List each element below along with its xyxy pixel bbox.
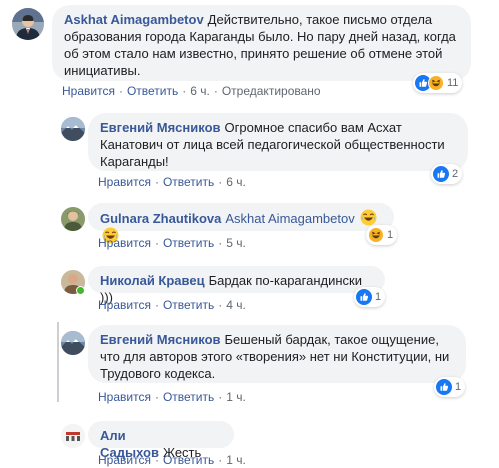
comment-bubble: Али Садыхов Жесть: [88, 421, 234, 460]
edited-label[interactable]: Отредактировано: [222, 84, 321, 98]
timestamp[interactable]: 6 ч.: [226, 175, 246, 189]
like-icon: [433, 166, 449, 182]
reply-link[interactable]: Ответить: [163, 453, 214, 467]
comment-bubble: Николай Кравец Бардак по-карагандински ))…: [88, 266, 385, 305]
timestamp[interactable]: 1 ч.: [226, 453, 246, 467]
comment-actions: Нравится · Ответить · 5 ч.: [98, 236, 246, 250]
laughing-emoji-icon: [360, 209, 377, 226]
comment-bubble: Евгений Мясников Огромное спасибо вам Асх…: [88, 113, 468, 171]
reaction-count: 1: [455, 381, 462, 393]
reply-link[interactable]: Ответить: [163, 236, 214, 250]
avatar[interactable]: [61, 117, 85, 141]
timestamp[interactable]: 4 ч.: [226, 298, 246, 312]
avatar[interactable]: [61, 331, 85, 355]
comment-author[interactable]: Gulnara Zhautikova: [100, 211, 221, 226]
like-icon: [356, 289, 372, 305]
comment-author[interactable]: Евгений Мясников: [100, 332, 221, 347]
like-link[interactable]: Нравится: [62, 84, 115, 98]
reaction-count: 11: [447, 77, 459, 89]
reply-link[interactable]: Ответить: [163, 175, 214, 189]
comment-actions: Нравится · Ответить · 1 ч.: [98, 453, 246, 467]
like-icon: [436, 379, 452, 395]
person-avatar-icon: [12, 8, 44, 40]
online-status-dot: [76, 286, 85, 295]
comment-author[interactable]: Николай Кравец: [100, 273, 205, 288]
comment-actions: Нравится · Ответить · 6 ч.: [98, 175, 246, 189]
haha-icon: [368, 227, 384, 243]
avatar[interactable]: [61, 207, 85, 231]
thread-line: [57, 322, 59, 402]
reaction-count: 1: [387, 229, 394, 241]
comment-actions: Нравится · Ответить · 1 ч.: [98, 390, 246, 404]
mountain-avatar-icon: [61, 331, 85, 355]
like-link[interactable]: Нравится: [98, 236, 151, 250]
comment-bubble: Gulnara Zhautikova Askhat Aimagambetov: [88, 203, 394, 244]
avatar[interactable]: [61, 424, 85, 448]
timestamp[interactable]: 5 ч.: [226, 236, 246, 250]
timestamp[interactable]: 6 ч.: [190, 84, 210, 98]
reply-link[interactable]: Ответить: [127, 84, 178, 98]
reaction-summary[interactable]: 1: [354, 287, 386, 307]
like-link[interactable]: Нравится: [98, 298, 151, 312]
reaction-summary[interactable]: 2: [431, 164, 463, 184]
mountain-avatar-icon: [61, 117, 85, 141]
like-link[interactable]: Нравится: [98, 390, 151, 404]
reaction-count: 1: [375, 291, 382, 303]
person-avatar-icon: [61, 207, 85, 231]
reaction-summary[interactable]: 1: [366, 225, 398, 245]
comment-actions: Нравится · Ответить · 4 ч.: [98, 298, 246, 312]
logo-avatar-icon: [61, 424, 85, 448]
comment-bubble: Евгений Мясников Бешеный бардак, такое ощ…: [88, 325, 466, 383]
reply-link[interactable]: Ответить: [163, 298, 214, 312]
reaction-summary[interactable]: 1: [434, 377, 466, 397]
like-link[interactable]: Нравится: [98, 175, 151, 189]
comment-author[interactable]: Евгений Мясников: [100, 120, 221, 135]
comment-bubble: Askhat Aimagambetov Действительно, такое …: [52, 5, 471, 81]
reply-link[interactable]: Ответить: [163, 390, 214, 404]
reaction-count: 2: [452, 168, 459, 180]
avatar[interactable]: [12, 8, 44, 40]
haha-icon: [428, 75, 444, 91]
comment-author[interactable]: Askhat Aimagambetov: [64, 12, 204, 27]
comment-actions: Нравится · Ответить · 6 ч. · Отредактировано: [62, 84, 321, 98]
timestamp[interactable]: 1 ч.: [226, 390, 246, 404]
reaction-summary[interactable]: 11: [413, 73, 463, 93]
like-link[interactable]: Нравится: [98, 453, 151, 467]
mention-link[interactable]: Askhat Aimagambetov: [225, 211, 354, 226]
